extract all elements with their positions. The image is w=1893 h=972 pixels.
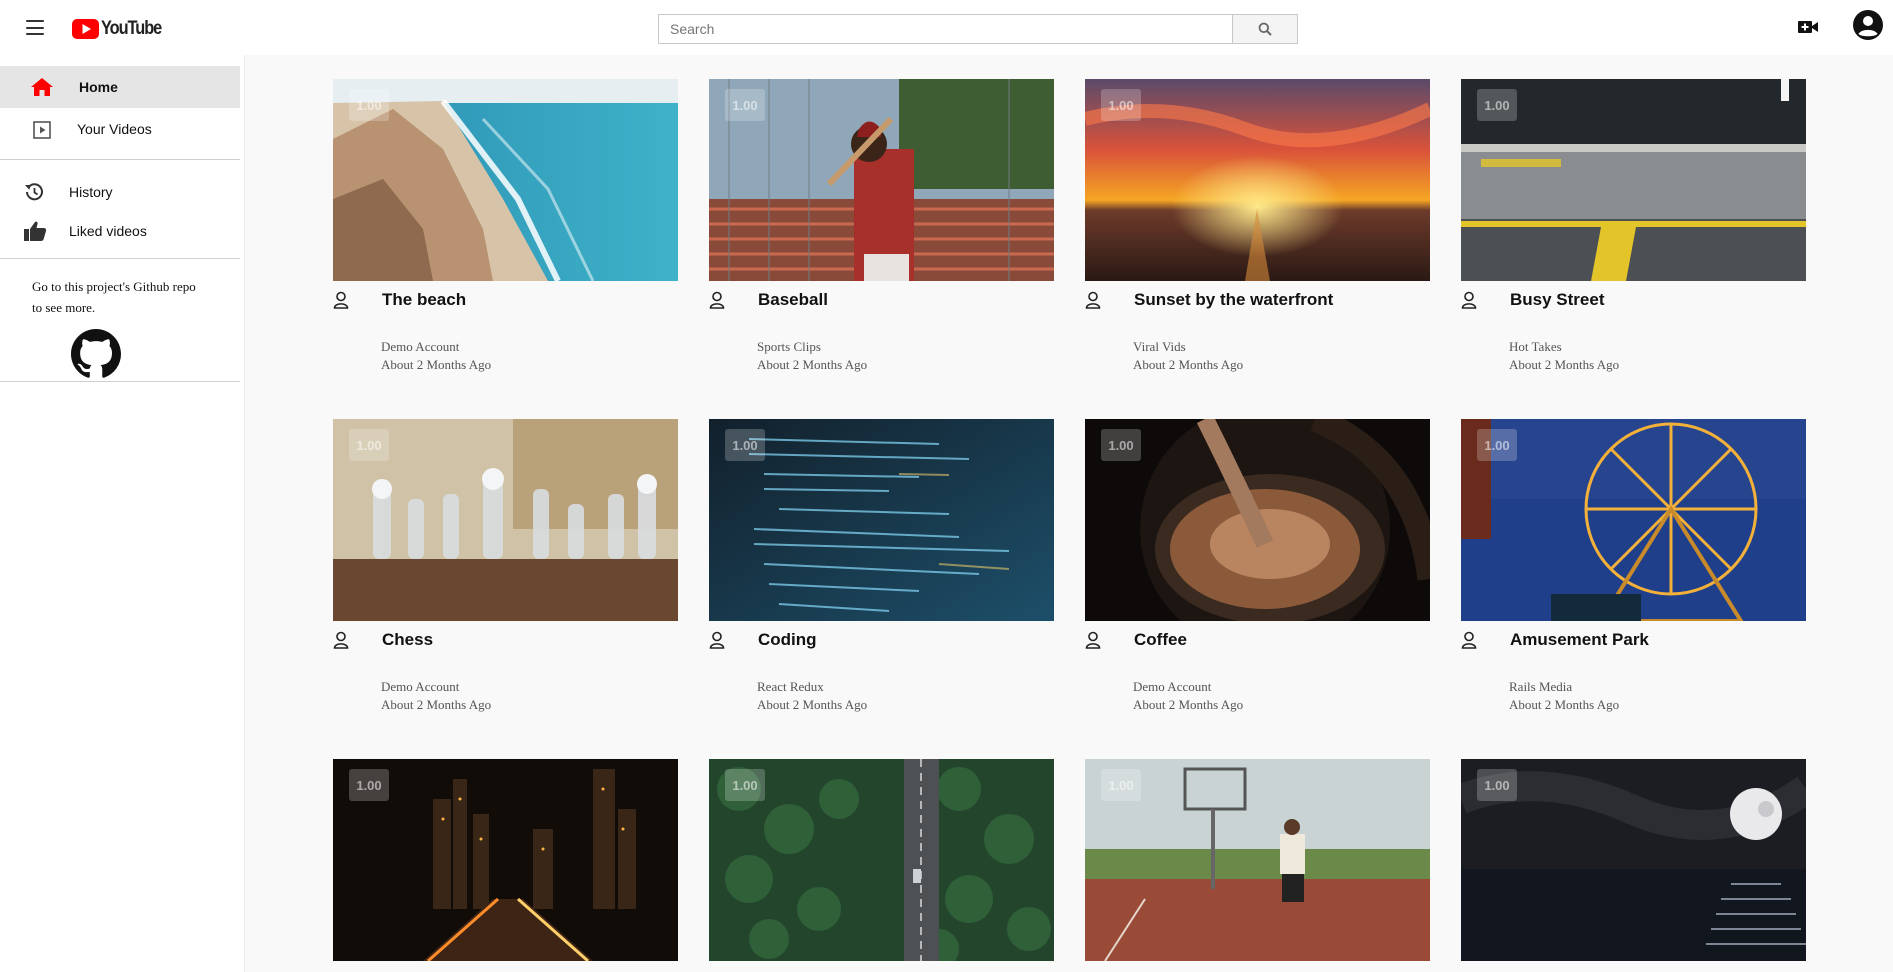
play-square-icon bbox=[33, 121, 51, 139]
video-thumbnail[interactable]: 1.00 bbox=[709, 419, 1054, 621]
sidebar: Home Your Videos History Liked videos Go… bbox=[0, 55, 245, 972]
playback-speed-badge: 1.00 bbox=[1101, 89, 1141, 121]
sidebar-item-history[interactable]: History bbox=[0, 171, 240, 213]
upload-age: About 2 Months Ago bbox=[381, 357, 492, 372]
playback-speed-badge: 1.00 bbox=[349, 89, 389, 121]
channel-avatar-icon bbox=[1461, 291, 1477, 309]
upload-age: About 2 Months Ago bbox=[757, 357, 868, 372]
home-icon bbox=[30, 77, 54, 97]
sidebar-item-label: Home bbox=[79, 79, 118, 95]
upload-age: About 2 Months Ago bbox=[381, 697, 492, 712]
sidebar-item-your-videos[interactable]: Your Videos bbox=[0, 108, 240, 150]
menu-icon[interactable] bbox=[26, 20, 44, 35]
upload-age: About 2 Months Ago bbox=[1133, 697, 1244, 712]
sidebar-item-label: Liked videos bbox=[69, 223, 147, 239]
channel-avatar-icon bbox=[1085, 631, 1101, 649]
video-thumbnail[interactable]: 1.00 bbox=[709, 759, 1054, 961]
sidebar-item-liked-videos[interactable]: Liked videos bbox=[0, 210, 240, 252]
github-icon[interactable] bbox=[71, 329, 121, 379]
playback-speed-badge: 1.00 bbox=[1101, 429, 1141, 461]
channel-name[interactable]: Demo Account bbox=[381, 339, 459, 355]
channel-avatar-icon bbox=[709, 631, 725, 649]
playback-speed-badge: 1.00 bbox=[349, 769, 389, 801]
video-thumbnail[interactable]: 1.00 bbox=[333, 79, 678, 281]
sidebar-item-label: History bbox=[69, 184, 113, 200]
video-thumbnail[interactable]: 1.00 bbox=[333, 759, 678, 961]
upload-age: About 2 Months Ago bbox=[1509, 357, 1620, 372]
history-icon bbox=[23, 181, 45, 203]
video-thumbnail[interactable]: 1.00 bbox=[1461, 759, 1806, 961]
sidebar-divider bbox=[0, 258, 240, 259]
channel-avatar-icon bbox=[709, 291, 725, 309]
youtube-logo[interactable]: YouTube bbox=[72, 18, 171, 40]
search-icon bbox=[1258, 22, 1272, 36]
video-thumbnail[interactable]: 1.00 bbox=[1461, 79, 1806, 281]
search-input[interactable] bbox=[658, 14, 1232, 44]
video-thumbnail[interactable]: 1.00 bbox=[1085, 419, 1430, 621]
video-title[interactable]: Coffee bbox=[1134, 630, 1187, 650]
upload-age: About 2 Months Ago bbox=[1133, 357, 1244, 372]
create-video-icon[interactable] bbox=[1796, 17, 1820, 37]
video-title[interactable]: Coding bbox=[758, 630, 817, 650]
channel-name[interactable]: Demo Account bbox=[1133, 679, 1211, 695]
video-thumbnail[interactable]: 1.00 bbox=[1085, 79, 1430, 281]
channel-name[interactable]: Rails Media bbox=[1509, 679, 1572, 695]
playback-speed-badge: 1.00 bbox=[1477, 89, 1517, 121]
video-title[interactable]: The beach bbox=[382, 290, 466, 310]
channel-name[interactable]: Sports Clips bbox=[757, 339, 821, 355]
playback-speed-badge: 1.00 bbox=[349, 429, 389, 461]
video-thumbnail[interactable]: 1.00 bbox=[1085, 759, 1430, 961]
sidebar-divider bbox=[0, 159, 240, 160]
search-button[interactable] bbox=[1232, 14, 1298, 44]
playback-speed-badge: 1.00 bbox=[1101, 769, 1141, 801]
video-title[interactable]: Busy Street bbox=[1510, 290, 1604, 310]
playback-speed-badge: 1.00 bbox=[1477, 769, 1517, 801]
channel-avatar-icon bbox=[333, 631, 349, 649]
account-icon[interactable] bbox=[1852, 9, 1884, 41]
video-title[interactable]: Amusement Park bbox=[1510, 630, 1649, 650]
channel-avatar-icon bbox=[1461, 631, 1477, 649]
upload-age: About 2 Months Ago bbox=[1509, 697, 1620, 712]
playback-speed-badge: 1.00 bbox=[725, 89, 765, 121]
video-title[interactable]: Chess bbox=[382, 630, 433, 650]
sidebar-divider bbox=[0, 381, 240, 382]
video-title[interactable]: Baseball bbox=[758, 290, 828, 310]
sidebar-item-home[interactable]: Home bbox=[0, 66, 240, 108]
playback-speed-badge: 1.00 bbox=[725, 429, 765, 461]
sidebar-item-label: Your Videos bbox=[77, 121, 152, 137]
search-bar bbox=[658, 14, 1298, 44]
channel-name[interactable]: Hot Takes bbox=[1509, 339, 1562, 355]
video-title[interactable]: Sunset by the waterfront bbox=[1134, 290, 1333, 310]
video-thumbnail[interactable]: 1.00 bbox=[709, 79, 1054, 281]
video-thumbnail[interactable]: 1.00 bbox=[1461, 419, 1806, 621]
channel-name[interactable]: React Redux bbox=[757, 679, 824, 695]
video-thumbnail[interactable]: 1.00 bbox=[333, 419, 678, 621]
playback-speed-badge: 1.00 bbox=[725, 769, 765, 801]
channel-avatar-icon bbox=[1085, 291, 1101, 309]
thumbs-up-icon bbox=[23, 220, 47, 242]
playback-speed-badge: 1.00 bbox=[1477, 429, 1517, 461]
logo-text: YouTube bbox=[101, 18, 162, 39]
channel-name[interactable]: Demo Account bbox=[381, 679, 459, 695]
youtube-play-icon bbox=[72, 19, 99, 39]
github-promo-text: Go to this project's Github repo to see … bbox=[32, 279, 196, 315]
channel-avatar-icon bbox=[333, 291, 349, 309]
upload-age: About 2 Months Ago bbox=[757, 697, 868, 712]
channel-name[interactable]: Viral Vids bbox=[1133, 339, 1186, 355]
top-bar: YouTube bbox=[0, 0, 1893, 55]
